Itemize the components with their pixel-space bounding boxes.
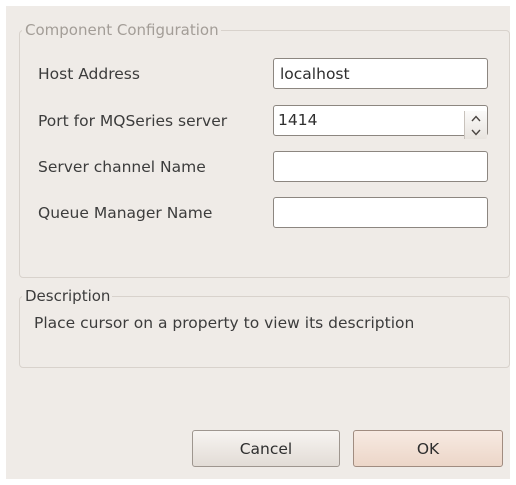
dialog: Component Configuration Host Address Por…: [6, 6, 510, 479]
chevron-up-icon: [471, 114, 481, 121]
port-label: Port for MQSeries server: [38, 112, 228, 130]
description-legend: Description: [25, 287, 111, 305]
cancel-button[interactable]: Cancel: [192, 430, 340, 467]
port-spin-buttons: [464, 111, 487, 139]
port-value: 1414: [278, 111, 318, 129]
description-text: Place cursor on a property to view its d…: [34, 314, 415, 332]
ok-button-label: OK: [416, 439, 440, 458]
host-address-input[interactable]: [273, 58, 488, 89]
spin-up-button[interactable]: [465, 111, 487, 125]
queue-manager-input[interactable]: [273, 197, 488, 228]
cancel-button-label: Cancel: [239, 439, 293, 458]
chevron-down-icon: [471, 129, 481, 136]
server-channel-label: Server channel Name: [38, 158, 206, 176]
ok-button[interactable]: OK: [353, 430, 503, 467]
queue-manager-label: Queue Manager Name: [38, 204, 213, 222]
host-address-label: Host Address: [38, 65, 140, 83]
server-channel-input[interactable]: [273, 151, 488, 182]
component-configuration-legend: Component Configuration: [25, 21, 219, 39]
spin-down-button[interactable]: [465, 125, 487, 139]
port-spinbox[interactable]: 1414: [273, 105, 488, 136]
